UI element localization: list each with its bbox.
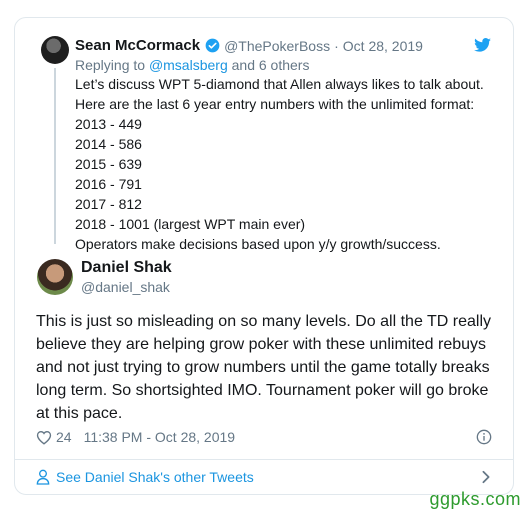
parent-tweet[interactable]: Sean McCormack @ThePokerBoss · Oct 28, 2… [15,18,513,252]
parent-text-line: 2014 - 586 [75,136,142,152]
replying-mention-link[interactable]: @msalsberg [149,57,228,73]
main-text-line: and not just trying to grow numbers unti… [36,359,490,376]
main-text-line: at this pace. [36,405,123,422]
see-other-tweets-label: See Daniel Shak's other Tweets [56,469,254,485]
like-count[interactable]: 24 [56,429,72,445]
verified-badge-icon [205,38,220,53]
tweet-meta: 24 11:38 PM - Oct 28, 2019 [36,429,235,445]
parent-header: Sean McCormack @ThePokerBoss · Oct 28, 2… [75,37,423,54]
main-text-line: believe they are helping grow poker with… [36,336,487,353]
heart-icon[interactable] [36,430,52,445]
thread-line [54,68,56,244]
twitter-bird-icon[interactable] [474,38,491,52]
person-icon [36,469,50,485]
main-text-line: long term. So shortsighted IMO. Tourname… [36,382,489,399]
replying-to: Replying to @msalsberg and 6 others [75,57,309,73]
main-avatar[interactable] [37,259,73,295]
watermark: ggpks.com [429,489,521,509]
parent-author-name[interactable]: Sean McCormack [75,37,200,54]
parent-avatar[interactable] [41,36,69,64]
parent-text-line: Operators make decisions based upon y/y … [75,236,441,252]
main-text-line: This is just so misleading on so many le… [36,313,491,330]
parent-text-line: Let’s discuss WPT 5-diamond that Allen a… [75,76,484,92]
main-tweet-text: This is just so misleading on so many le… [36,310,506,425]
parent-text-line: 2015 - 639 [75,156,142,172]
chevron-right-icon[interactable] [481,470,491,484]
parent-text-line: Here are the last 6 year entry numbers w… [75,96,475,112]
footer-divider [15,459,513,460]
tweet-embed-card: Sean McCormack @ThePokerBoss · Oct 28, 2… [14,17,514,495]
see-other-tweets-link[interactable]: See Daniel Shak's other Tweets [36,469,254,485]
tweet-timestamp[interactable]: 11:38 PM - Oct 28, 2019 [84,429,236,445]
parent-tweet-date[interactable]: Oct 28, 2019 [343,38,423,54]
main-author-name[interactable]: Daniel Shak [81,259,172,277]
parent-text-line: 2017 - 812 [75,196,142,212]
replying-suffix: and 6 others [231,57,310,73]
header-separator: · [334,37,339,54]
main-author-handle[interactable]: @daniel_shak [81,279,170,295]
parent-text-line: 2018 - 1001 (largest WPT main ever) [75,216,306,232]
parent-text-line: 2013 - 449 [75,116,142,132]
replying-prefix: Replying to [75,57,146,73]
parent-tweet-text: Let’s discuss WPT 5-diamond that Allen a… [75,74,484,254]
info-icon[interactable] [476,429,492,445]
parent-author-handle[interactable]: @ThePokerBoss [224,38,330,54]
parent-text-line: 2016 - 791 [75,176,142,192]
